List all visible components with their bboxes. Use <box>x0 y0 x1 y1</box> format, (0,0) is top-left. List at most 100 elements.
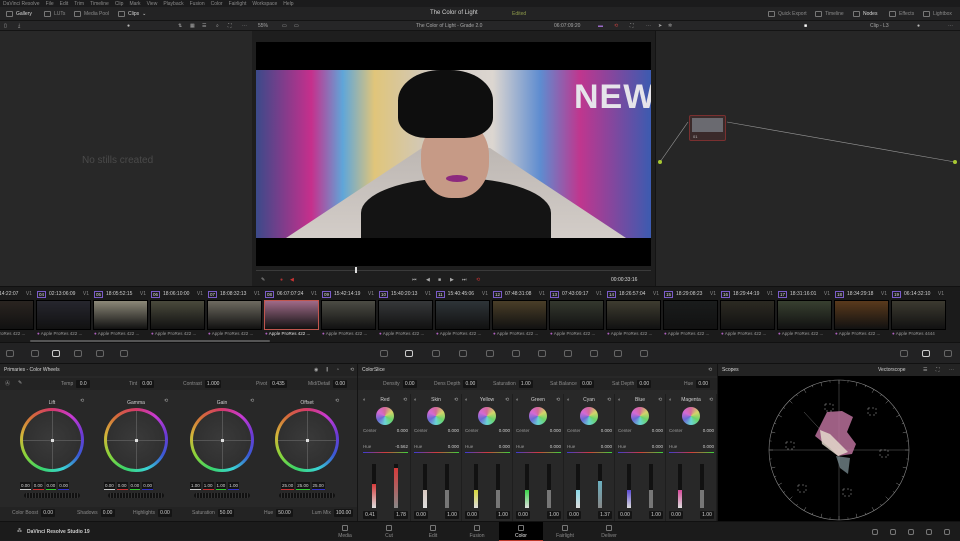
slice-density-bar[interactable] <box>394 464 398 508</box>
slice-value-2[interactable]: 1.00 <box>445 511 459 519</box>
slice-saturation-bar[interactable] <box>423 464 427 508</box>
menu-item-trim[interactable]: Trim <box>74 1 84 7</box>
wheel-value-field[interactable]: 25.00 <box>281 482 294 490</box>
slice-density-bar[interactable] <box>700 464 704 508</box>
slice-value-1[interactable]: 0.41 <box>363 511 377 519</box>
layout-split-icon[interactable]: ▭ <box>294 23 299 29</box>
loop-icon[interactable]: ⟲ <box>476 277 480 283</box>
master-wheel-slider[interactable] <box>108 493 164 498</box>
color-match-icon[interactable] <box>31 350 39 357</box>
settings-icon[interactable] <box>944 529 950 535</box>
slice-value-1[interactable]: 0.00 <box>669 511 683 519</box>
menu-item-playback[interactable]: Playback <box>163 1 183 7</box>
more-icon[interactable]: ⋯ <box>948 23 953 29</box>
slice-hue-field[interactable]: 0.000 <box>703 444 714 449</box>
lightbox-icon[interactable] <box>900 350 908 357</box>
slice-center-field[interactable]: 0.000 <box>499 428 510 433</box>
highlights-field[interactable]: 0.00 <box>158 509 172 517</box>
slice-value-2[interactable]: 1.37 <box>598 511 612 519</box>
wheel-value-field[interactable]: 0.00 <box>130 482 141 490</box>
highlight-icon[interactable]: ▬ <box>598 23 603 29</box>
nodes-button[interactable]: Nodes <box>853 10 877 18</box>
primaries-mode-icon[interactable]: ◉ <box>314 367 318 373</box>
window-icon[interactable] <box>486 350 494 357</box>
zoom-select[interactable]: 55% <box>258 23 268 29</box>
more-icon[interactable]: ⋯ <box>242 23 247 29</box>
wheel-value-field[interactable]: 1.00 <box>216 482 227 490</box>
sidebar-toggle-icon[interactable]: ▯ <box>4 23 7 29</box>
video-frame[interactable]: NEW <box>256 70 651 238</box>
slice-saturation-bar[interactable] <box>372 464 376 508</box>
clip-item[interactable]: 15 18:29:08:23 V1 ● Apple ProRes 422 ... <box>662 289 719 342</box>
menu-item-workspace[interactable]: Workspace <box>252 1 277 7</box>
wheel-handle[interactable] <box>135 439 138 442</box>
slice-density-bar[interactable] <box>445 464 449 508</box>
slice-density-bar[interactable] <box>649 464 653 508</box>
node-nav-indicator[interactable]: ■ <box>804 23 807 29</box>
color-wheel-lift[interactable] <box>20 408 84 472</box>
slice-hue-field[interactable]: 0.000 <box>550 444 561 449</box>
slice-hue-field[interactable]: 0.000 <box>499 444 510 449</box>
gallery-button[interactable]: Gallery <box>6 10 32 18</box>
skip-start-icon[interactable]: ⏮ <box>412 277 417 283</box>
playhead[interactable] <box>355 267 357 273</box>
page-tab-cut[interactable]: Cut <box>367 522 411 541</box>
more-icon[interactable]: ⋯ <box>949 367 954 373</box>
reset-icon[interactable]: ⟲ <box>454 397 458 403</box>
effects-button[interactable]: Effects <box>889 10 914 18</box>
fullscreen-icon[interactable]: ⛶ <box>228 23 232 29</box>
primaries-bars-icon[interactable]: ⫼ <box>326 367 328 373</box>
eyedropper-icon[interactable]: ✎ <box>261 277 265 283</box>
grab-still-icon[interactable]: ⤓ <box>18 23 20 29</box>
clip-item[interactable]: 08 06:07:07:24 V1 ● Apple ProRes 422 ... <box>263 289 320 342</box>
clip-item[interactable]: 12 07:48:31:08 V1 ● Apple ProRes 422 ... <box>491 289 548 342</box>
wheel-value-field[interactable]: 0.00 <box>46 482 57 490</box>
grid-view-icon[interactable]: ▦ <box>190 23 195 29</box>
luts-button[interactable]: LUTs <box>44 10 65 18</box>
slice-hue-bar[interactable] <box>567 452 612 453</box>
wheel-handle[interactable] <box>306 439 309 442</box>
wheel-value-field[interactable]: 0.00 <box>117 482 128 490</box>
slice-hue-bar[interactable] <box>414 452 459 453</box>
scope-expand-icon[interactable]: ⛶ <box>936 367 940 373</box>
qualifier-icon[interactable] <box>459 350 467 357</box>
node-zoom-slider[interactable]: ● <box>917 23 920 29</box>
page-tab-edit[interactable]: Edit <box>411 522 455 541</box>
clip-item[interactable]: 07 18:08:32:13 V1 ● Apple ProRes 422 ... <box>206 289 263 342</box>
chat-icon[interactable] <box>890 529 896 535</box>
slice-saturation-bar[interactable] <box>678 464 682 508</box>
tracker-icon[interactable] <box>512 350 520 357</box>
reset-icon[interactable]: ⟲ <box>709 397 713 403</box>
slice-color-wheel[interactable] <box>376 407 394 425</box>
stop-icon[interactable]: ■ <box>438 277 441 283</box>
clip-item[interactable]: 14 18:26:57:04 V1 ● Apple ProRes 422 ... <box>605 289 662 342</box>
wheel-handle[interactable] <box>221 439 224 442</box>
cs-saturation-field[interactable]: 1.00 <box>519 380 533 388</box>
slice-value-1[interactable]: 0.00 <box>414 511 428 519</box>
clip-item[interactable]: 19 06:14:32:10 V1 ● Apple ProRes 4444 <box>890 289 947 342</box>
slice-hue-bar[interactable] <box>618 452 663 453</box>
clip-item[interactable]: 13 07:43:09:17 V1 ● Apple ProRes 422 ... <box>548 289 605 342</box>
slice-hue-bar[interactable] <box>516 452 561 453</box>
node-editor[interactable]: 01 <box>655 31 960 286</box>
color-wheels-icon[interactable] <box>52 350 60 357</box>
wheel-value-field[interactable]: 25.00 <box>296 482 309 490</box>
cs-hue-field[interactable]: 0.00 <box>696 380 710 388</box>
slice-color-wheel[interactable] <box>682 407 700 425</box>
3d-icon[interactable] <box>640 350 648 357</box>
node-tool-icon[interactable]: ✲ <box>668 23 672 29</box>
slice-density-bar[interactable] <box>598 464 602 508</box>
contrast-field[interactable]: 1.000 <box>205 380 222 388</box>
reset-icon[interactable]: ⟲ <box>350 367 354 373</box>
skip-end-icon[interactable]: ⏭ <box>462 277 467 283</box>
slice-hue-bar[interactable] <box>363 452 408 453</box>
page-tab-color[interactable]: Color <box>499 522 543 541</box>
key-icon[interactable] <box>590 350 598 357</box>
slice-saturation-bar[interactable] <box>627 464 631 508</box>
reset-icon[interactable]: ⟲ <box>607 397 611 403</box>
lightbox-button[interactable]: Lightbox <box>923 10 952 18</box>
dens-depth-field[interactable]: 0.00 <box>463 380 477 388</box>
slice-hue-field[interactable]: 0.000 <box>601 444 612 449</box>
menu-item-file[interactable]: File <box>46 1 54 7</box>
master-wheel-slider[interactable] <box>279 493 335 498</box>
